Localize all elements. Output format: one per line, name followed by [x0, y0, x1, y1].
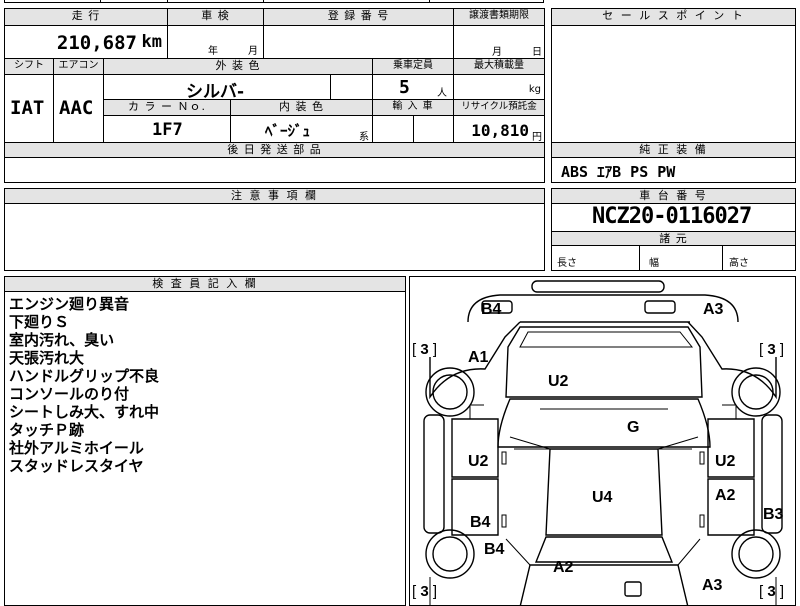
wheel-grade-value: 3: [420, 583, 429, 600]
damage-label: U2: [468, 453, 489, 470]
max-load-unit: kg: [528, 84, 541, 95]
wheel-grade-rf: [ 3 ]: [759, 341, 785, 358]
mileage-unit: km: [141, 32, 162, 52]
equipment-box: 純 正 装 備 ABS ｴｱB PS PW: [551, 142, 796, 183]
ac-value: AAC: [59, 97, 94, 119]
chassis-box: 車 台 番 号 NCZ20-0116027 諸 元 長さ 幅 高さ: [551, 188, 796, 271]
note-item: 下廻りＳ: [9, 313, 70, 331]
inspector-label: 検 査 員 記 入 欄: [5, 277, 405, 292]
capacity-value: 5: [399, 77, 410, 98]
note-item: コンソールのり付: [9, 385, 130, 403]
capacity-label: 乗車定員: [373, 59, 454, 75]
inspection-year-unit: 年: [208, 46, 218, 57]
import-label: 輸 入 車: [373, 100, 454, 116]
top-strip: [4, 0, 544, 3]
color-no-label: カ ラ ー Ｎｏ.: [104, 100, 231, 116]
chassis-label: 車 台 番 号: [552, 189, 795, 204]
interior-color-label: 内 装 色: [231, 100, 373, 116]
ac-label: エアコン: [54, 59, 104, 75]
registration-cell: [264, 26, 454, 59]
shift-label: シフト: [5, 59, 54, 75]
exterior-color-extra-cell: [331, 75, 373, 100]
note-item: 天張汚れ大: [9, 349, 85, 367]
note-item: スタッドレスタイヤ: [9, 457, 144, 475]
sales-point-label: セ ー ル ス ポ イ ン ト: [552, 9, 795, 26]
width-label: 幅: [649, 258, 659, 269]
equipment-label: 純 正 装 備: [552, 143, 795, 158]
exterior-color-cell: シルバ-: [104, 75, 331, 102]
max-load-cell: kg: [454, 75, 544, 100]
notice-box: 注 意 事 項 欄: [4, 188, 545, 271]
note-item: エンジン廻り異音: [9, 295, 130, 313]
import-cell-a: [373, 116, 414, 143]
damage-label: A1: [468, 349, 489, 366]
shift-cell: IAT: [5, 75, 54, 143]
recycle-unit: 円: [532, 132, 542, 143]
transfer-month-unit: 月: [492, 47, 502, 58]
damage-label: B3: [763, 506, 784, 523]
interior-color-value: ﾍﾞｰｼﾞｭ: [265, 122, 311, 140]
length-label: 長さ: [557, 258, 577, 269]
note-item: ハンドルグリップ不良: [9, 367, 160, 385]
note-item: タッチＰ跡: [9, 421, 85, 439]
damage-label: A2: [715, 487, 736, 504]
exterior-color-value: シルバ-: [186, 82, 245, 102]
import-cell-b: [414, 116, 454, 143]
wheel-grade-rr: [ 3 ]: [759, 583, 785, 600]
registration-label: 登 録 番 号: [264, 9, 454, 26]
note-item: 室内汚れ、臭い: [9, 331, 115, 349]
mileage-label: 走 行: [5, 9, 168, 26]
dims-label: 諸 元: [552, 231, 795, 246]
recycle-cell: 10,810 円: [454, 116, 544, 143]
inspector-notes-box: 検 査 員 記 入 欄 エンジン廻り異音 下廻りＳ 室内汚れ、臭い 天張汚れ大 …: [4, 276, 406, 606]
height-label: 高さ: [729, 258, 749, 269]
vehicle-info-table: 走 行 車 検 登 録 番 号 譲渡書類期限 210,687 km 年 月 月 …: [4, 8, 545, 183]
max-load-label: 最大積載量: [454, 59, 544, 75]
transfer-cell: 月 日: [454, 26, 544, 59]
transfer-deadline-label: 譲渡書類期限: [454, 9, 544, 26]
recycle-value: 10,810: [471, 121, 529, 140]
color-no-value: 1F7: [152, 120, 183, 140]
inspection-label: 車 検: [168, 9, 264, 26]
damage-label: U2: [548, 373, 569, 390]
exterior-color-label: 外 装 色: [104, 59, 373, 75]
later-parts-label: 後 日 発 送 部 品: [5, 143, 544, 158]
equipment-value: ABS ｴｱB PS PW: [561, 163, 676, 181]
mileage-cell: 210,687 km: [5, 26, 168, 59]
sales-point-box: セ ー ル ス ポ イ ン ト: [551, 8, 796, 143]
capacity-cell: 5 人: [373, 75, 454, 100]
damage-label: B4: [470, 514, 491, 531]
damage-label: G: [627, 419, 640, 436]
wheel-grade-value: 3: [767, 583, 776, 600]
note-item: シートしみ大、すれ中: [9, 403, 160, 421]
notice-label: 注 意 事 項 欄: [5, 189, 544, 204]
damage-label: B4: [481, 301, 502, 318]
damage-label: U4: [592, 489, 613, 506]
interior-color-cell: ﾍﾞｰｼﾞｭ 系: [231, 116, 373, 143]
inspector-notes-list: エンジン廻り異音 下廻りＳ 室内汚れ、臭い 天張汚れ大 ハンドルグリップ不良 コ…: [9, 295, 159, 475]
inspection-cell: 年 月: [168, 26, 264, 59]
transfer-day-unit: 日: [532, 47, 542, 58]
damage-label: A3: [702, 577, 723, 594]
inspection-month-unit: 月: [248, 46, 258, 57]
damage-label: A3: [703, 301, 724, 318]
wheel-grade-lf: [ 3 ]: [412, 341, 438, 358]
car-diagram-box: B4 A3 A1 U2 G U2 U2 U4 A2 B4 B3 B4 A2 A3…: [409, 276, 796, 606]
car-diagram: [423, 280, 783, 605]
note-item: 社外アルミホイール: [9, 439, 144, 457]
chassis-number: NCZ20-0116027: [592, 204, 752, 229]
damage-label: A2: [553, 559, 574, 576]
wheel-grade-value: 3: [420, 341, 429, 358]
mileage-value: 210,687: [56, 32, 137, 54]
wheel-grade-value: 3: [767, 341, 776, 358]
color-no-cell: 1F7: [104, 116, 231, 143]
ac-cell: AAC: [54, 75, 104, 143]
capacity-unit: 人: [437, 88, 447, 99]
interior-color-unit: 系: [359, 132, 369, 143]
wheel-grade-lr: [ 3 ]: [412, 583, 438, 600]
damage-label: B4: [484, 541, 505, 558]
shift-value: IAT: [10, 97, 45, 119]
recycle-label: リサイクル預託金: [454, 100, 544, 116]
damage-label: U2: [715, 453, 736, 470]
